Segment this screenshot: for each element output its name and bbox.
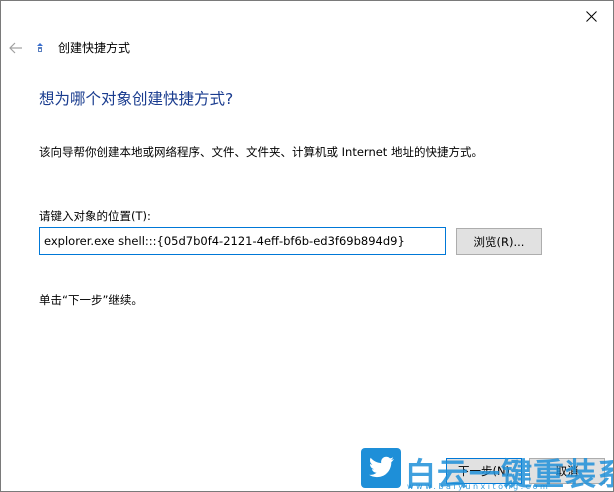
continue-hint: 单击“下一步”继续。 [39, 293, 143, 307]
location-input[interactable] [39, 227, 446, 255]
shortcut-wizard-icon [37, 43, 43, 52]
next-button[interactable]: 下一步(N) [446, 458, 522, 484]
page-heading: 想为哪个对象创建快捷方式? [39, 90, 234, 108]
location-label: 请键入对象的位置(T): [39, 209, 151, 223]
bird-logo-icon [361, 448, 401, 488]
create-shortcut-window: 创建快捷方式 想为哪个对象创建快捷方式? 该向导帮你创建本地或网络程序、文件、文… [0, 0, 614, 492]
close-button[interactable] [569, 1, 613, 31]
browse-button[interactable]: 浏览(R)... [456, 228, 542, 255]
back-button[interactable] [5, 37, 27, 59]
cancel-button[interactable]: 取消 [529, 458, 605, 484]
close-icon [585, 10, 597, 22]
wizard-description: 该向导帮你创建本地或网络程序、文件、文件夹、计算机或 Internet 地址的快… [39, 145, 483, 159]
dialog-title: 创建快捷方式 [58, 41, 131, 55]
back-arrow-icon [9, 42, 22, 54]
